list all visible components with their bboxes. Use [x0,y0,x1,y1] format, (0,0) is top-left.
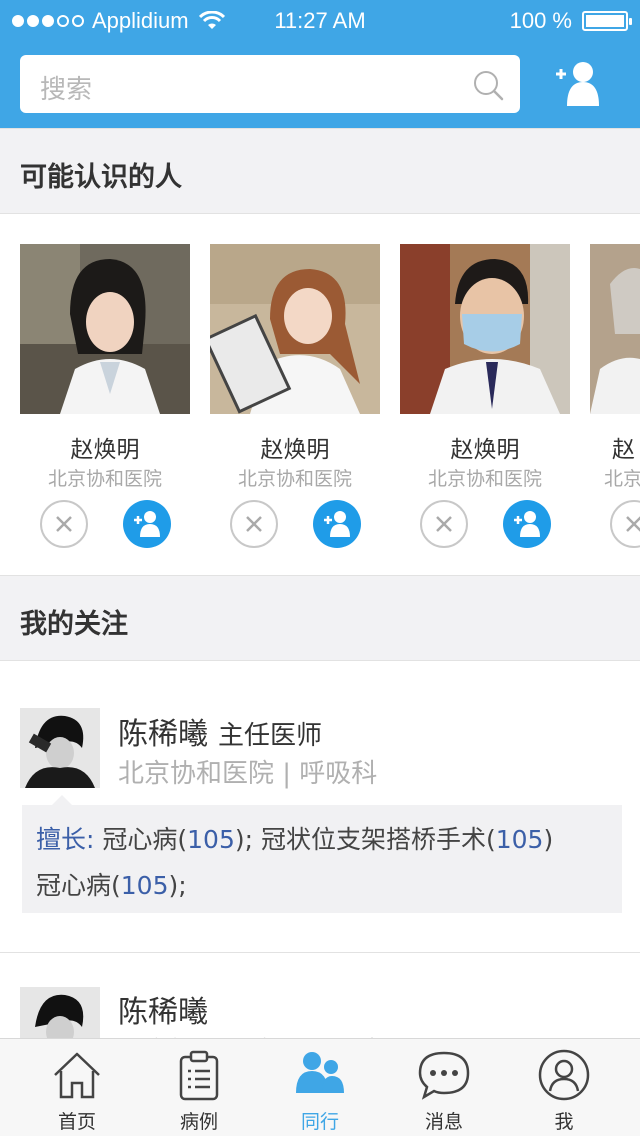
clipboard-icon [179,1050,219,1101]
specialty-line-1: 擅长: 冠心病(105); 冠状位支架搭桥手术(105) [36,817,608,863]
specialty-text: ); [168,871,187,900]
tab-label: 同行 [300,1111,339,1133]
doctor-name: 陈稀曦 [118,717,208,752]
dismiss-button[interactable] [40,500,88,548]
tab-label: 首页 [57,1111,96,1133]
tab-bar: 首页 病例 同行 消息 我 [0,1038,640,1136]
add-user-icon [134,511,160,537]
app-screen: Applidium 11:27 AM 100 % 搜索 可能认识的人 赵焕明 北… [0,0,640,1136]
close-icon [56,516,72,532]
follow-item[interactable]: 陈稀曦 北京协和医院 | 呼吸科 [0,953,640,1067]
doctor-name: 陈稀曦 [118,995,208,1030]
dismiss-button[interactable] [420,500,468,548]
person-name: 赵焕明 [260,437,330,463]
tab-me[interactable]: 我 [500,1039,628,1136]
suggestion-card[interactable]: 赵焕明 北京协和医院 [20,244,190,548]
add-user-icon [324,511,350,537]
tab-label: 消息 [424,1111,463,1133]
profile-icon [538,1049,590,1101]
suggestions-header: 可能认识的人 [0,128,640,214]
tab-cases[interactable]: 病例 [135,1039,263,1136]
doctor-photo [400,244,570,414]
suggestion-card[interactable]: 赵焕明 北京协和医院 [210,244,380,548]
status-right: 100 % [509,8,632,34]
person-name: 赵焕明 [70,437,140,463]
add-user-icon [514,511,540,537]
tab-messages[interactable]: 消息 [380,1039,508,1136]
battery-icon [582,11,632,31]
person-hospital: 北京协和医院 [427,468,542,490]
following-title: 我的关注 [20,609,128,640]
search-placeholder: 搜索 [40,75,93,105]
search-bar[interactable]: 搜索 [20,55,520,113]
add-person-button[interactable] [123,500,171,548]
home-icon [54,1052,100,1099]
doctor-photo [20,244,190,414]
doctor-photo [590,244,640,414]
specialty-text: 冠心病( [36,871,121,900]
follow-item[interactable]: 陈稀曦 主任医师 北京协和医院 | 呼吸科 擅长: 冠心病(105); 冠状位支架… [0,673,640,953]
person-hospital: 北京 [604,468,640,490]
tab-label: 病例 [179,1111,218,1133]
tab-label: 我 [554,1111,574,1133]
battery-percent: 100 % [509,8,572,33]
search-icon[interactable] [472,69,504,101]
follow-name-line: 陈稀曦 主任医师 [118,709,322,753]
dismiss-button[interactable] [230,500,278,548]
add-person-button[interactable] [503,500,551,548]
bubble-arrow [52,795,72,805]
close-icon [246,516,262,532]
person-hospital: 北京协和医院 [237,468,352,490]
specialty-text: ) [543,825,554,854]
close-icon [626,516,640,532]
specialty-text: ); 冠状位支架搭桥手术( [234,825,496,854]
header: Applidium 11:27 AM 100 % 搜索 [0,0,640,128]
tab-peers[interactable]: 同行 [256,1039,384,1136]
specialty-label: 擅长: [36,825,95,854]
specialty-count: 105 [120,871,169,900]
avatar [20,708,100,788]
doctor-photo [210,244,380,414]
specialty-count: 105 [187,825,235,854]
doctor-hospital: 北京协和医院 | 呼吸科 [118,759,378,789]
close-icon [436,516,452,532]
status-bar: Applidium 11:27 AM 100 % [0,0,640,42]
suggestions-carousel[interactable]: 赵焕明 北京协和医院 赵焕明 北京协和医院 赵焕明 北京协和医院 赵 北京 [0,215,640,575]
suggestion-card[interactable]: 赵 北京 [590,244,640,548]
specialty-count: 105 [495,825,544,854]
suggestions-title: 可能认识的人 [20,162,182,193]
person-name: 赵焕明 [450,437,520,463]
doctor-title: 主任医师 [218,721,323,751]
specialty-text: 冠心病( [94,825,188,854]
specialty-line-2: 冠心病(105); [36,863,608,909]
following-header: 我的关注 [0,575,640,661]
peers-icon [296,1052,344,1093]
add-friend-icon[interactable] [554,60,602,106]
person-name: 赵 [612,437,635,463]
chat-icon [418,1051,470,1100]
dismiss-button[interactable] [610,500,640,548]
person-hospital: 北京协和医院 [47,468,162,490]
tab-home[interactable]: 首页 [13,1039,141,1136]
add-person-button[interactable] [313,500,361,548]
suggestion-card[interactable]: 赵焕明 北京协和医院 [400,244,570,548]
specialty-box: 擅长: 冠心病(105); 冠状位支架搭桥手术(105) 冠心病(105); [22,805,622,913]
